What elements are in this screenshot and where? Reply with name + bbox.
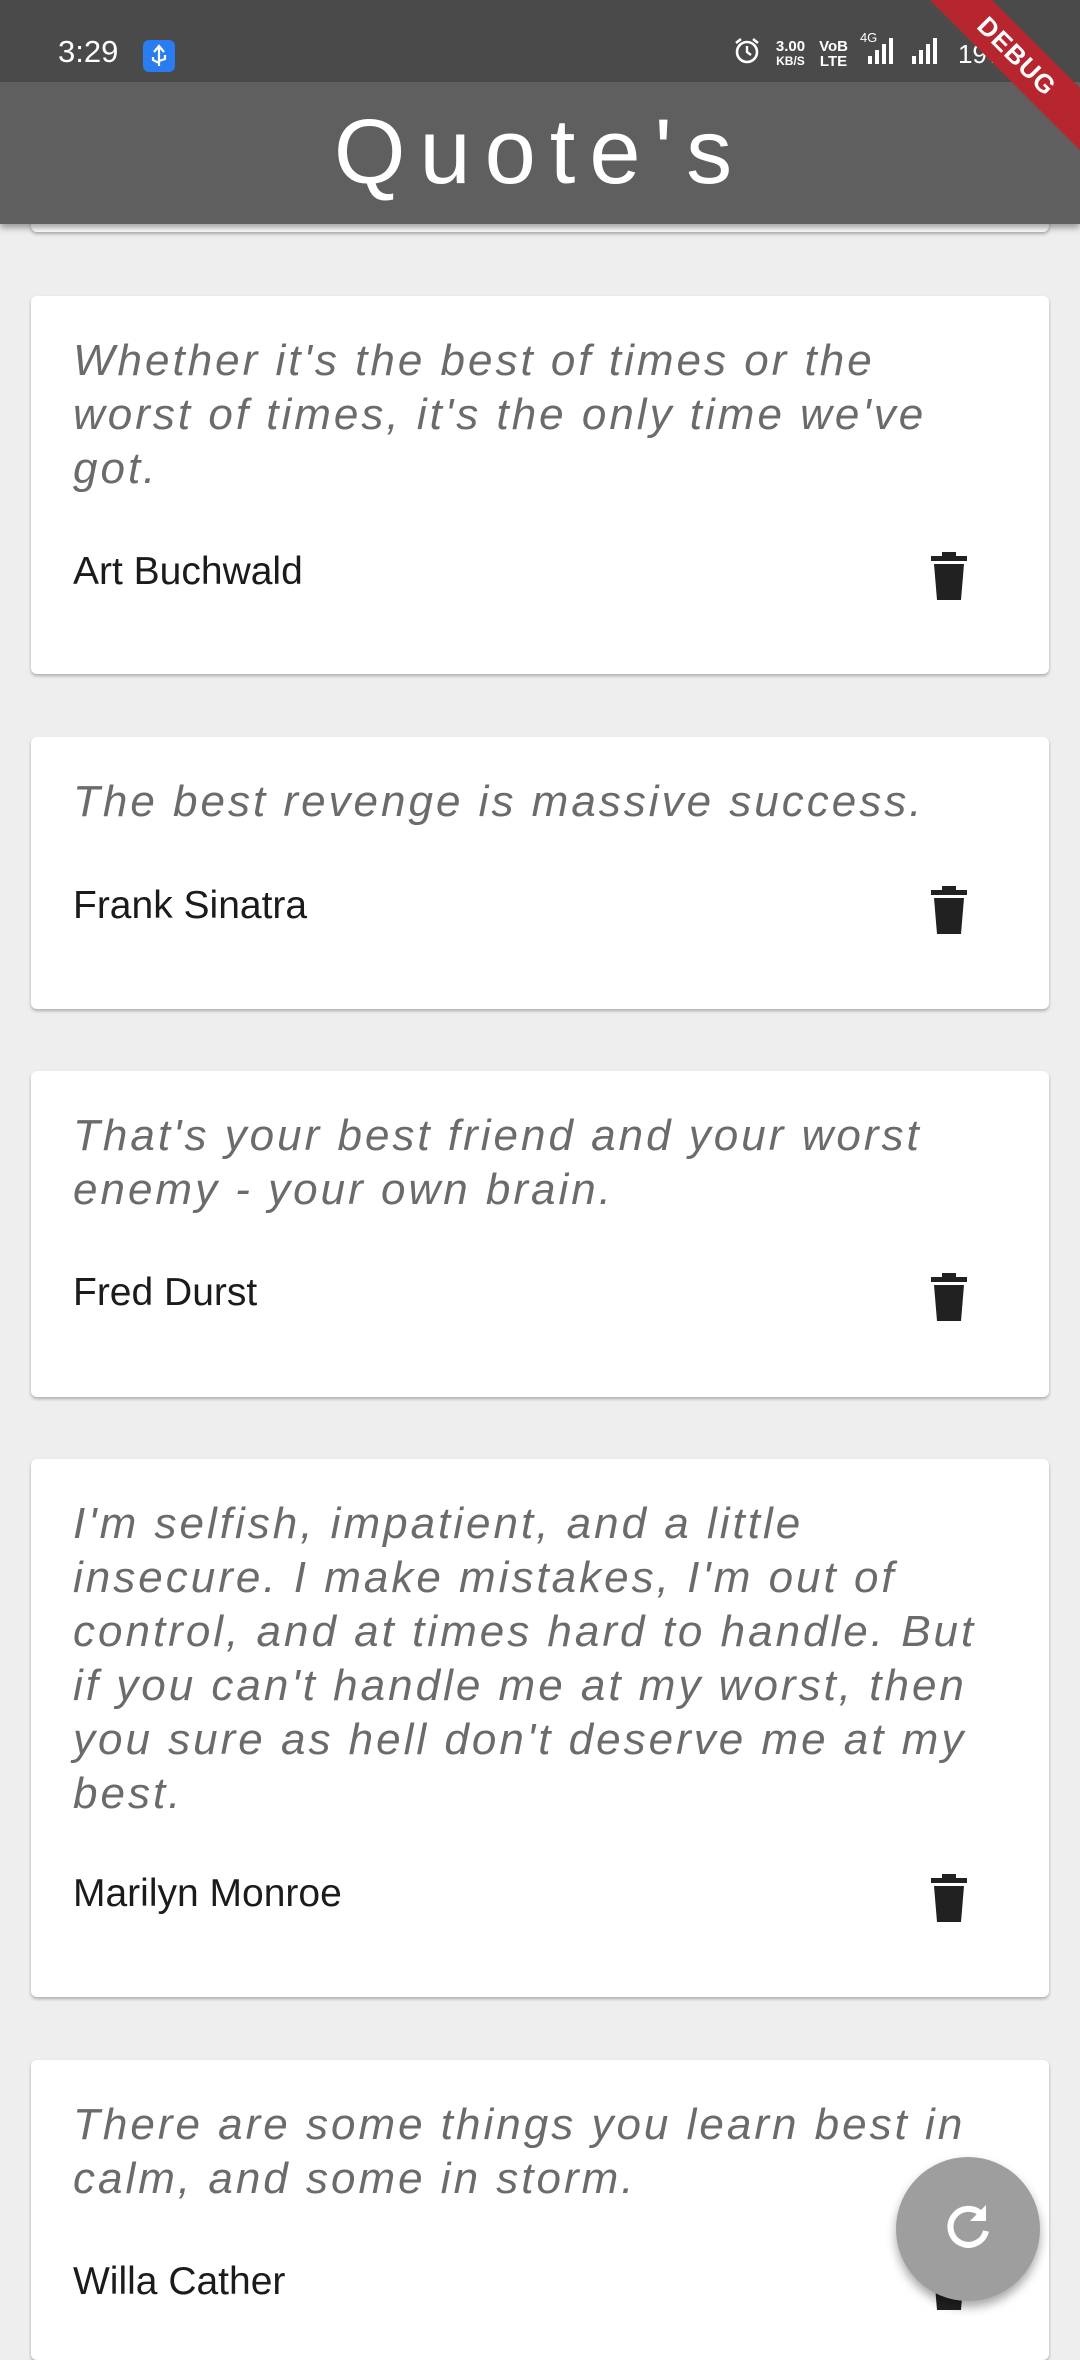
refresh-button[interactable] [896, 2157, 1040, 2301]
network-speed-unit: KB/S [776, 54, 805, 68]
alarm-icon [732, 36, 762, 73]
quote-text: There are some things you learn best in … [73, 2100, 966, 2203]
quote-author: Frank Sinatra [73, 884, 308, 927]
usb-icon [143, 40, 175, 72]
quote-author: Fred Durst [73, 1271, 258, 1314]
volte-top: VoB [819, 38, 848, 55]
quote-card: I'm selfish, impatient, and a little ins… [31, 1459, 1049, 1997]
page-title: Quote's [333, 101, 747, 203]
trash-icon[interactable] [931, 552, 967, 600]
quote-card: Whether it's the best of times or the wo… [31, 296, 1049, 674]
network-speed: 3.00 KB/S [776, 39, 805, 69]
status-time: 3:29 [58, 34, 119, 69]
trash-icon[interactable] [931, 1874, 967, 1922]
volte-bottom: LTE [819, 53, 848, 70]
quote-author: Art Buchwald [73, 550, 303, 593]
signal-icon-sim1: 4G [860, 30, 896, 73]
trash-icon[interactable] [931, 1273, 967, 1321]
quote-text: I'm selfish, impatient, and a little ins… [73, 1499, 977, 1818]
debug-banner-label: DEBUG [920, 0, 1080, 153]
volte-indicator: VoB LTE [819, 39, 848, 69]
refresh-icon [942, 2201, 994, 2258]
quote-text: That's your best friend and your worst e… [73, 1111, 922, 1214]
quote-card: The best revenge is massive success. Fra… [31, 737, 1049, 1009]
quote-author: Marilyn Monroe [73, 1872, 342, 1915]
status-bar: 3:29 3.00 KB/S VoB LTE 4G 19% [0, 0, 1080, 82]
quote-card: That's your best friend and your worst e… [31, 1071, 1049, 1397]
quote-text: The best revenge is massive success. [73, 777, 925, 826]
network-speed-value: 3.00 [775, 38, 806, 55]
app-bar: Quote's [0, 82, 1080, 224]
quote-author: Willa Cather [73, 2260, 286, 2303]
debug-banner: DEBUG [920, 0, 1080, 160]
quote-text: Whether it's the best of times or the wo… [73, 336, 927, 493]
network-4g-label: 4G [859, 29, 878, 45]
trash-icon[interactable] [931, 886, 967, 934]
quote-card: There are some things you learn best in … [31, 2060, 1049, 2360]
